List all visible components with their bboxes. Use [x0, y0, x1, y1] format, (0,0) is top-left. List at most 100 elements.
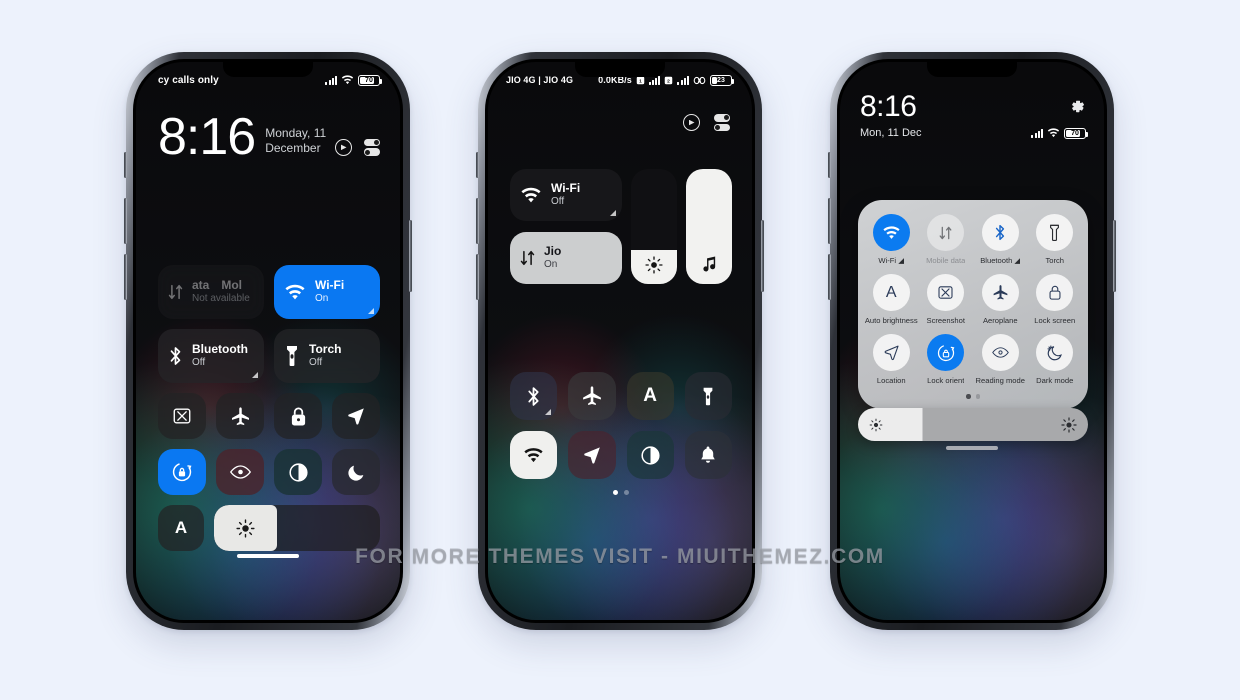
phone3-mute-button[interactable] — [828, 152, 831, 178]
tile-wifi[interactable]: Wi-Fi Off — [510, 169, 622, 221]
tile-mobile-data[interactable]: Jio On — [510, 232, 622, 284]
tile-mobile-data[interactable]: Mobile data — [919, 214, 974, 265]
location-arrow-icon — [348, 408, 364, 425]
tile-lock-screen[interactable]: Lock screen — [1028, 274, 1083, 325]
tile-dark-mode[interactable]: Dark mode — [1028, 334, 1083, 385]
expand-corner-icon[interactable] — [545, 409, 552, 415]
brightness-slider[interactable] — [631, 169, 677, 284]
focus-mode-icon[interactable] — [683, 114, 700, 131]
screenshot-icon — [173, 408, 191, 424]
aeroplane-icon — [231, 406, 249, 425]
phone3-bezel: 8:16 Mon, 11 Dec 70 Wi-Fi ◢ Mobile data … — [837, 59, 1107, 623]
tile-silent-mode[interactable] — [684, 431, 732, 479]
tile-wifi[interactable]: Wi-Fi ◢ — [864, 214, 919, 265]
moon-icon — [347, 465, 363, 481]
phone3-tile-row-1: Wi-Fi ◢ Mobile data Bluetooth ◢ Torch — [864, 214, 1082, 265]
tile-location[interactable]: Location — [864, 334, 919, 385]
tile-auto-brightness[interactable]: A — [626, 372, 674, 420]
quick-toggles-icon[interactable] — [714, 114, 730, 131]
phone2-screen: JIO 4G | JIO 4G 0.0KB/s 1 2 23 Wi-Fi Off… — [488, 62, 752, 620]
tile-night-mode[interactable] — [332, 449, 380, 495]
volume-slider[interactable] — [686, 169, 732, 284]
dark-mode-icon — [1036, 334, 1074, 371]
vpn-link-icon — [693, 76, 706, 84]
phone1-volume-down-button[interactable] — [124, 254, 127, 300]
expand-corner-icon[interactable] — [610, 210, 616, 216]
wifi-icon — [341, 75, 354, 85]
phone1-date: Monday, 11 December — [265, 126, 327, 156]
phone3-status-icons: 70 — [1031, 127, 1089, 139]
tile-screenshot[interactable]: Screenshot — [919, 274, 974, 325]
tile-screenshot[interactable] — [158, 393, 206, 439]
tile-reading-mode[interactable] — [216, 449, 264, 495]
phone3-volume-up-button[interactable] — [828, 198, 831, 244]
tile-hotspot[interactable] — [510, 431, 558, 479]
expand-corner-icon[interactable] — [252, 372, 258, 378]
bluetooth-icon — [170, 347, 181, 365]
phone2-notch — [575, 62, 665, 77]
tile-mobile-data-sub: On — [544, 259, 558, 271]
phone3-brightness-slider[interactable] — [858, 408, 1088, 441]
gear-icon[interactable] — [1069, 98, 1086, 115]
tile-bluetooth[interactable]: Bluetooth ◢ — [973, 214, 1028, 265]
pager-dot-active[interactable] — [966, 394, 971, 399]
pager-dot-active[interactable] — [613, 490, 618, 495]
tile-reading-mode[interactable]: Reading mode — [973, 334, 1028, 385]
tile-dark-mode[interactable] — [274, 449, 322, 495]
tile-bluetooth-label: Bluetooth ◢ — [980, 256, 1021, 265]
tile-torch[interactable]: Torch Off — [274, 329, 380, 383]
phone3-pager[interactable] — [864, 394, 1082, 399]
tile-mobile-data[interactable]: ata Mol Not available — [158, 265, 264, 319]
tile-dark-mode[interactable] — [626, 431, 674, 479]
phone2-power-button[interactable] — [761, 220, 764, 292]
phone2-volume-down-button[interactable] — [476, 254, 479, 300]
phone3-power-button[interactable] — [1113, 220, 1116, 292]
tile-torch[interactable]: Torch — [1028, 214, 1083, 265]
tile-screenshot-label: Screenshot — [926, 316, 965, 325]
tile-lock-orientation[interactable] — [158, 449, 206, 495]
phone3-volume-down-button[interactable] — [828, 254, 831, 300]
battery-icon: 70 — [358, 74, 383, 86]
tile-lock-orientation[interactable]: Lock orient — [919, 334, 974, 385]
battery-icon: 70 — [1064, 127, 1089, 139]
tile-mobile-data-title-b: Mol — [221, 278, 243, 293]
tile-auto-brightness-label: Auto brightness — [864, 316, 918, 325]
phone1-notch — [223, 62, 313, 77]
tile-wifi-sub: Off — [551, 196, 565, 208]
tile-aeroplane-label: Aeroplane — [982, 316, 1018, 325]
phone2-carrier-label: JIO 4G | JIO 4G — [506, 75, 574, 85]
phone2-volume-up-button[interactable] — [476, 198, 479, 244]
pager-dot[interactable] — [624, 490, 629, 495]
signal-icon — [325, 75, 337, 85]
phone1-control-center: ata Mol Not available Wi-Fi On Bluetooth… — [158, 265, 380, 551]
bell-icon — [701, 446, 716, 463]
tile-torch[interactable] — [684, 372, 732, 420]
tile-bluetooth[interactable] — [510, 372, 558, 420]
tile-wifi[interactable]: Wi-Fi On — [274, 265, 380, 319]
phone1-mute-button[interactable] — [124, 152, 127, 178]
tile-lock-screen-label: Lock screen — [1034, 316, 1076, 325]
bluetooth-icon — [528, 386, 539, 406]
expand-corner-icon[interactable] — [368, 308, 374, 314]
focus-mode-icon[interactable] — [335, 138, 352, 156]
phone1-power-button[interactable] — [409, 220, 412, 292]
quick-toggles-icon[interactable] — [364, 138, 380, 156]
tile-bluetooth[interactable]: Bluetooth Off — [158, 329, 264, 383]
pager-dot[interactable] — [975, 394, 980, 399]
location-arrow-icon — [584, 447, 600, 464]
tile-location[interactable] — [568, 431, 616, 479]
phone2-pager[interactable] — [510, 490, 732, 495]
phone2-mute-button[interactable] — [476, 152, 479, 178]
tile-auto-brightness[interactable]: A Auto brightness — [864, 274, 919, 325]
phone3-home-indicator[interactable] — [946, 446, 998, 450]
tile-aeroplane-mode[interactable]: Aeroplane — [973, 274, 1028, 325]
brightness-icon — [645, 256, 663, 274]
wifi-icon — [521, 187, 541, 202]
torch-icon — [704, 387, 713, 405]
tile-location[interactable] — [332, 393, 380, 439]
tile-aeroplane-mode[interactable] — [568, 372, 616, 420]
phone1-volume-up-button[interactable] — [124, 198, 127, 244]
tile-lock-screen[interactable] — [274, 393, 322, 439]
phone1-lockscreen-clock: 8:16 Monday, 11 December — [158, 111, 380, 163]
tile-aeroplane-mode[interactable] — [216, 393, 264, 439]
